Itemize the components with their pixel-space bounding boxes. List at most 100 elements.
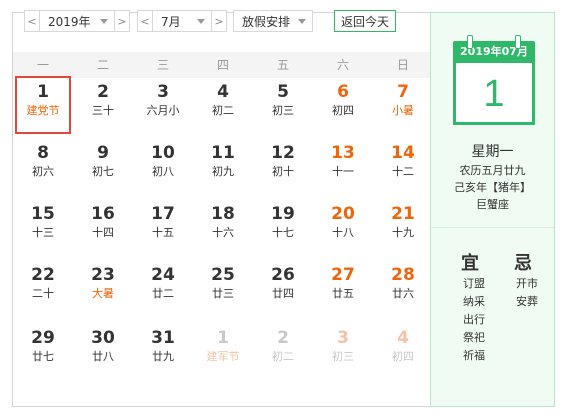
- day-lunar-label: 廿三: [212, 287, 234, 300]
- day-number: 2: [97, 82, 109, 102]
- day-cell[interactable]: 18 十六: [195, 198, 251, 256]
- day-lunar-label: 廿六: [392, 287, 414, 300]
- calendar-icon-header: 2019年07月: [453, 41, 535, 63]
- chevron-down-icon[interactable]: [197, 18, 205, 24]
- day-lunar-label: 初十: [272, 165, 294, 178]
- day-number: 1: [217, 328, 229, 348]
- day-cell[interactable]: 3 六月小: [135, 76, 191, 134]
- day-cell[interactable]: 24 廿二: [135, 259, 191, 317]
- lunar-year: 己亥年【猪年】: [454, 181, 531, 194]
- lunar-info: 农历五月廿九 己亥年【猪年】 巨蟹座: [431, 162, 554, 213]
- day-cell[interactable]: 19 十七: [255, 198, 311, 256]
- day-cell[interactable]: 25 廿三: [195, 259, 251, 317]
- month-selector[interactable]: < 7月 >: [137, 10, 227, 32]
- day-cell[interactable]: 2 初二: [255, 322, 311, 380]
- selected-weekday: 星期一: [471, 144, 514, 160]
- suitable-item: 出行: [463, 313, 485, 326]
- day-cell[interactable]: 31 廿九: [135, 322, 191, 380]
- weekday-header: 一 二 三 四 五 六 日: [13, 52, 430, 78]
- day-lunar-label: 初七: [92, 165, 114, 178]
- weekday-label: 三: [156, 58, 169, 72]
- day-lunar-label: 初二: [272, 350, 294, 363]
- day-lunar-label: 十七: [272, 226, 294, 239]
- suitable-item: 纳采: [463, 295, 485, 308]
- year-selector[interactable]: < 2019年 >: [24, 10, 130, 32]
- suitable-title: 宜: [461, 253, 479, 274]
- weekday-label: 六: [336, 58, 349, 72]
- chevron-down-icon[interactable]: [100, 18, 108, 24]
- prev-year-icon[interactable]: <: [25, 11, 40, 31]
- day-cell[interactable]: 21 十九: [375, 198, 431, 256]
- day-cell[interactable]: 16 十四: [75, 198, 131, 256]
- day-lunar-label: 初三: [272, 104, 294, 117]
- day-cell[interactable]: 8 初六: [15, 137, 71, 195]
- day-cell[interactable]: 23 大暑: [75, 259, 131, 317]
- day-cell[interactable]: 15 十三: [15, 198, 71, 256]
- day-cell[interactable]: 13 十一: [315, 137, 371, 195]
- day-number: 5: [277, 82, 289, 102]
- day-lunar-label: 十八: [332, 226, 354, 239]
- day-cell[interactable]: 28 廿六: [375, 259, 431, 317]
- day-cell[interactable]: 3 初三: [315, 322, 371, 380]
- day-number: 12: [271, 143, 295, 163]
- calendar-ring-icon: [467, 35, 473, 49]
- day-number: 3: [337, 328, 349, 348]
- chevron-down-icon[interactable]: [298, 18, 306, 24]
- day-lunar-label: 初三: [332, 350, 354, 363]
- weekday-label: 五: [276, 58, 289, 72]
- day-cell[interactable]: 12 初十: [255, 137, 311, 195]
- day-number: 18: [211, 204, 235, 224]
- day-cell[interactable]: 14 十二: [375, 137, 431, 195]
- day-cell[interactable]: 20 十八: [315, 198, 371, 256]
- day-cell[interactable]: 5 初三: [255, 76, 311, 134]
- day-number: 27: [331, 265, 355, 285]
- day-lunar-label: 廿八: [92, 350, 114, 363]
- day-cell[interactable]: 11 初九: [195, 137, 251, 195]
- day-lunar-label: 十五: [152, 226, 174, 239]
- prev-month-icon[interactable]: <: [138, 11, 153, 31]
- day-cell[interactable]: 22 二十: [15, 259, 71, 317]
- day-lunar-label: 十九: [392, 226, 414, 239]
- year-select-value[interactable]: 2019年: [40, 13, 96, 30]
- day-cell[interactable]: 4 初二: [195, 76, 251, 134]
- selected-day-number: 1: [483, 73, 505, 115]
- day-number: 15: [31, 204, 55, 224]
- day-number: 29: [31, 328, 55, 348]
- avoid-item: 安葬: [516, 295, 538, 308]
- month-select-value[interactable]: 7月: [153, 13, 193, 30]
- day-number: 19: [271, 204, 295, 224]
- day-cell-today[interactable]: 1 建党节: [15, 76, 71, 134]
- next-month-icon[interactable]: >: [211, 11, 226, 31]
- day-cell[interactable]: 1 建军节: [195, 322, 251, 380]
- back-to-today-button[interactable]: 返回今天: [334, 10, 396, 32]
- day-number: 8: [37, 143, 49, 163]
- day-cell[interactable]: 26 廿四: [255, 259, 311, 317]
- calendar-icon: 2019年07月 1: [453, 35, 535, 131]
- day-cell[interactable]: 10 初八: [135, 137, 191, 195]
- day-cell[interactable]: 17 十五: [135, 198, 191, 256]
- day-cell[interactable]: 29 廿七: [15, 322, 71, 380]
- day-lunar-label: 建军节: [206, 350, 240, 363]
- next-year-icon[interactable]: >: [114, 11, 129, 31]
- day-number: 13: [331, 143, 355, 163]
- day-cell[interactable]: 30 廿八: [75, 322, 131, 380]
- day-cell[interactable]: 27 廿五: [315, 259, 371, 317]
- day-cell[interactable]: 2 三十: [75, 76, 131, 134]
- day-cell[interactable]: 9 初七: [75, 137, 131, 195]
- day-lunar-label: 十六: [212, 226, 234, 239]
- day-number: 23: [91, 265, 115, 285]
- panel-divider: [431, 227, 554, 228]
- weekday-label: 二: [96, 58, 109, 72]
- weekday-label: 一: [36, 58, 49, 72]
- day-number: 17: [151, 204, 175, 224]
- day-cell[interactable]: 6 初四: [315, 76, 371, 134]
- holiday-selector[interactable]: 放假安排: [233, 10, 313, 32]
- day-lunar-label: 六月小: [146, 104, 180, 117]
- day-cell[interactable]: 7 小暑: [375, 76, 431, 134]
- suitable-item: 祈福: [463, 349, 485, 362]
- day-cell[interactable]: 4 初四: [375, 322, 431, 380]
- day-number: 26: [271, 265, 295, 285]
- day-lunar-label: 十一: [332, 165, 354, 178]
- day-number: 9: [97, 143, 109, 163]
- holiday-select-value[interactable]: 放假安排: [234, 13, 294, 30]
